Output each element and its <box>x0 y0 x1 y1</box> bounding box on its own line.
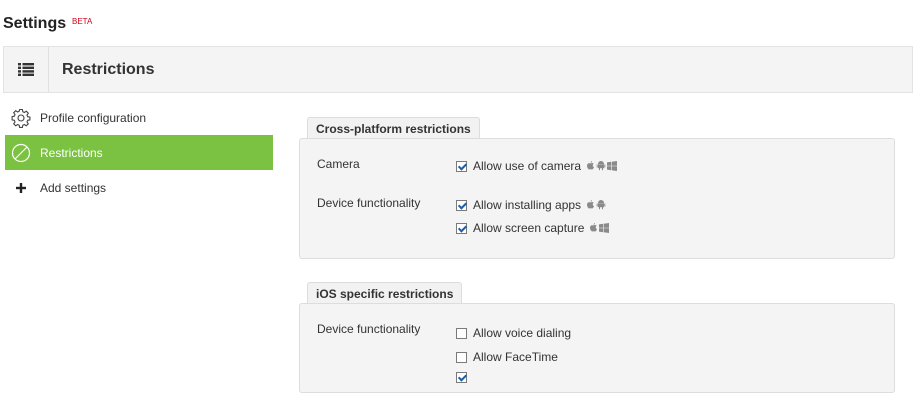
installing-apps-checkbox[interactable] <box>456 199 467 211</box>
option-allow-camera[interactable]: Allow use of camera <box>456 159 618 173</box>
option-allow-facetime[interactable]: Allow FaceTime <box>456 350 558 364</box>
voice-dialing-checkbox[interactable] <box>456 327 467 339</box>
android-icon <box>596 200 606 210</box>
gear-icon <box>10 107 32 129</box>
option-label: Allow installing apps <box>473 198 582 212</box>
row-label-device-functionality: Device functionality <box>317 322 421 336</box>
list-icon <box>18 63 34 76</box>
plus-icon <box>10 177 32 199</box>
page-header: Restrictions <box>3 46 913 93</box>
cross-platform-panel: Camera Allow use of camera Device functi… <box>299 138 895 259</box>
option-label: Allow FaceTime <box>473 350 558 364</box>
option-allow-voice-dialing[interactable]: Allow voice dialing <box>456 326 571 340</box>
camera-checkbox[interactable] <box>456 160 467 172</box>
beta-badge: BETA <box>72 17 93 26</box>
sidebar-item-label: Restrictions <box>40 145 103 160</box>
section-title-cross-platform: Cross-platform restrictions <box>307 117 480 139</box>
app-title: Settings <box>3 15 67 32</box>
menu-button[interactable] <box>4 47 49 92</box>
row-label-device-functionality: Device functionality <box>317 196 421 210</box>
facetime-checkbox[interactable] <box>456 351 467 363</box>
row-label-camera: Camera <box>317 157 360 171</box>
sidebar-item-profile-configuration[interactable]: Profile configuration <box>5 100 273 135</box>
android-icon <box>596 161 606 171</box>
apple-icon <box>590 223 598 232</box>
platform-icons <box>586 200 606 210</box>
screen-capture-checkbox[interactable] <box>456 222 467 234</box>
sidebar-item-label: Add settings <box>40 180 107 195</box>
sidebar: Profile configuration Restrictions Add s… <box>5 100 273 205</box>
option-label: Allow use of camera <box>473 159 582 173</box>
option-label: Allow voice dialing <box>473 326 572 340</box>
sidebar-item-add-settings[interactable]: Add settings <box>5 170 273 205</box>
sidebar-item-label: Profile configuration <box>40 110 147 125</box>
partial-option-checkbox[interactable] <box>456 372 467 383</box>
option-partially-visible[interactable] <box>456 372 473 383</box>
option-allow-installing-apps[interactable]: Allow installing apps <box>456 198 606 212</box>
page-title: Restrictions <box>62 61 155 78</box>
ios-specific-panel: Device functionality Allow voice dialing… <box>299 303 895 393</box>
option-label: Allow screen capture <box>473 221 585 235</box>
option-allow-screen-capture[interactable]: Allow screen capture <box>456 221 610 235</box>
apple-icon <box>587 161 595 170</box>
windows-icon <box>607 161 618 171</box>
section-title-ios-specific: iOS specific restrictions <box>307 282 463 304</box>
platform-icons <box>589 223 610 233</box>
apple-icon <box>587 200 595 209</box>
sidebar-item-restrictions[interactable]: Restrictions <box>5 135 273 170</box>
platform-icons <box>586 161 618 171</box>
windows-icon <box>599 223 610 233</box>
prohibited-icon <box>10 142 32 164</box>
